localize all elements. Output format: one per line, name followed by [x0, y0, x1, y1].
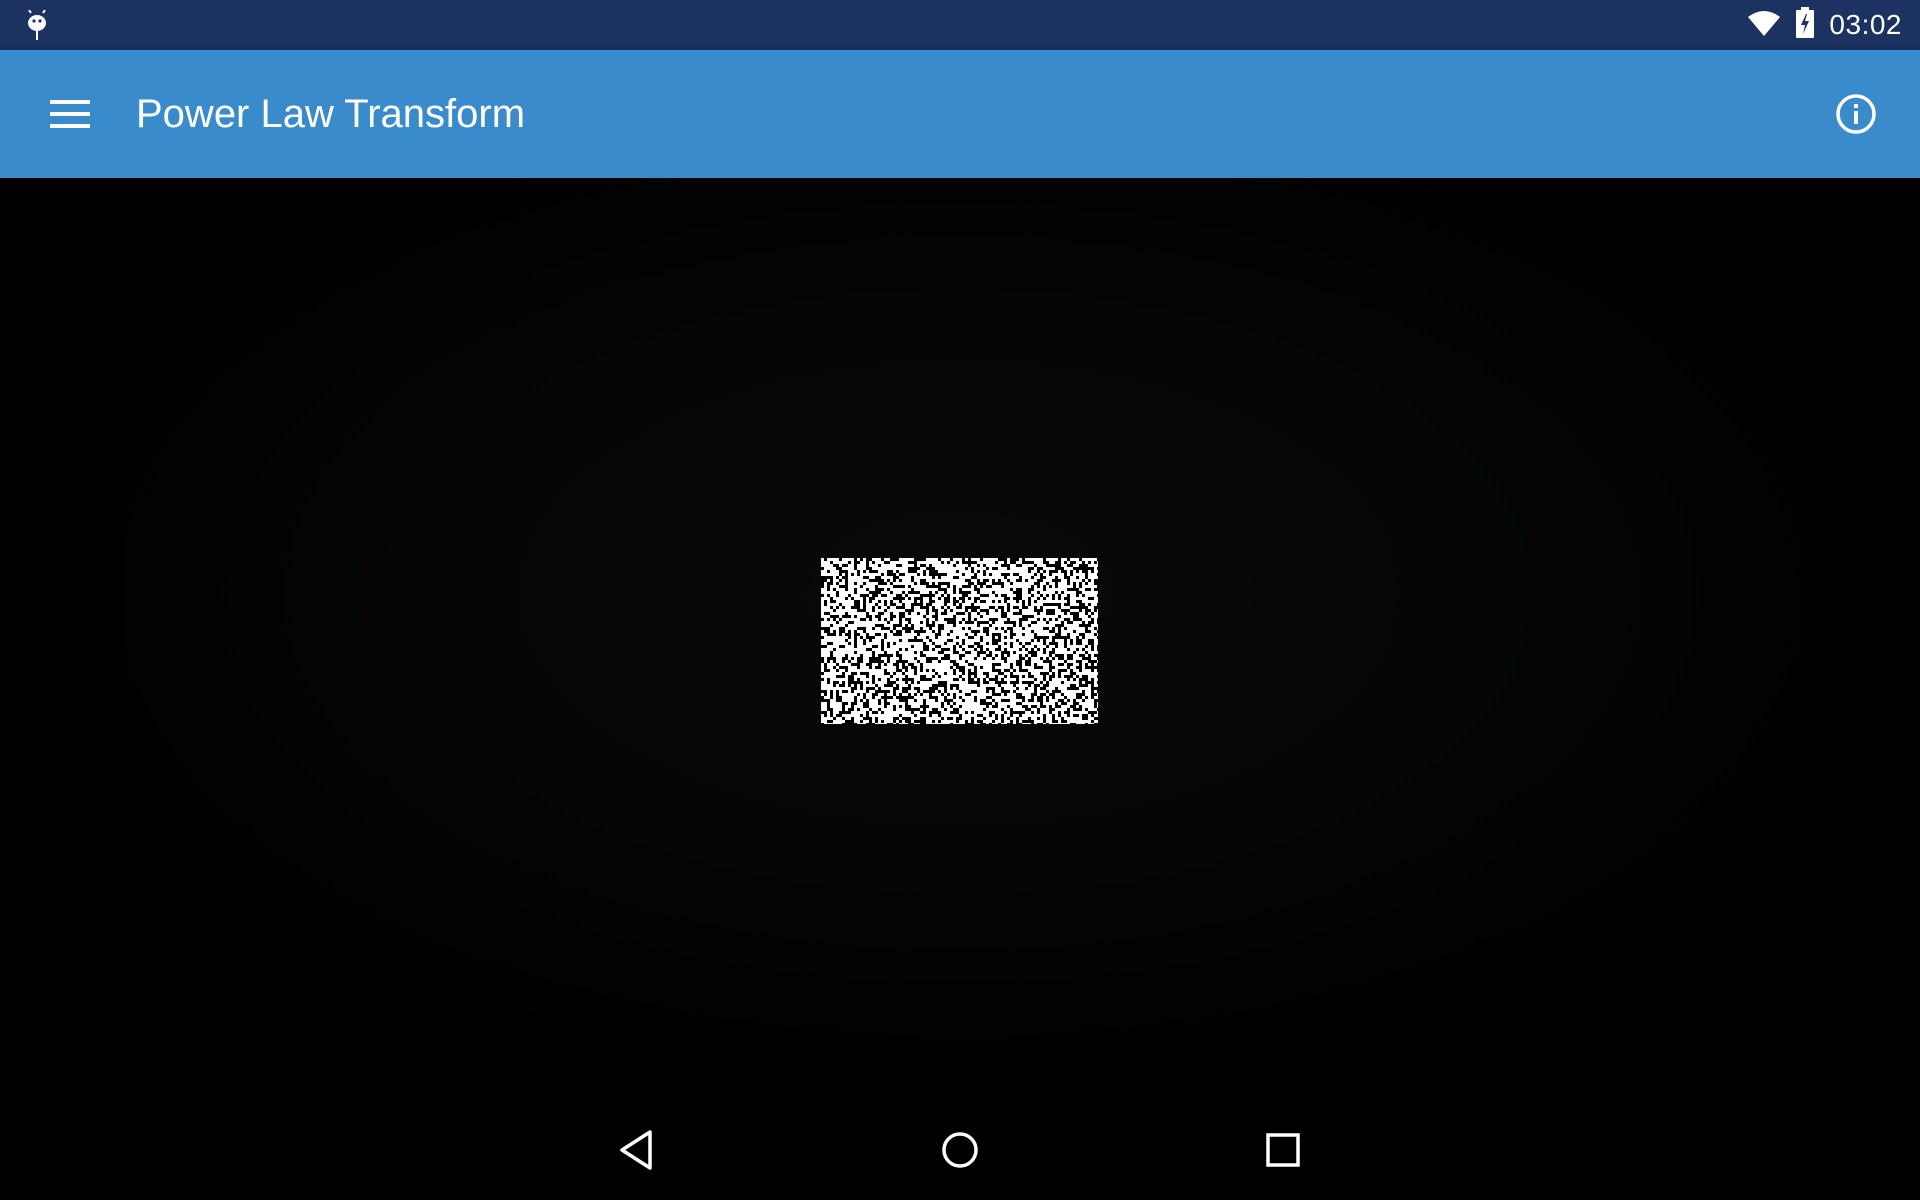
info-button[interactable]	[1826, 84, 1886, 144]
app-bar: Power Law Transform	[0, 50, 1920, 178]
home-icon	[942, 1132, 978, 1168]
back-button[interactable]	[604, 1118, 668, 1182]
home-button[interactable]	[928, 1118, 992, 1182]
hamburger-menu-icon	[50, 100, 90, 128]
recents-icon	[1266, 1133, 1300, 1167]
info-icon	[1836, 94, 1876, 134]
battery-charging-icon	[1795, 6, 1815, 44]
status-bar: 03:02	[0, 0, 1920, 50]
back-icon	[620, 1130, 652, 1170]
page-title: Power Law Transform	[136, 92, 526, 136]
image-canvas	[0, 178, 1920, 1100]
status-icons: 03:02	[1747, 0, 1902, 50]
processed-noise-image	[821, 558, 1098, 724]
status-time: 03:02	[1829, 9, 1902, 40]
recents-button[interactable]	[1251, 1118, 1315, 1182]
wifi-icon	[1747, 9, 1781, 42]
menu-button[interactable]	[40, 84, 100, 144]
android-debug-icon	[24, 9, 50, 42]
navigation-bar	[0, 1100, 1920, 1200]
